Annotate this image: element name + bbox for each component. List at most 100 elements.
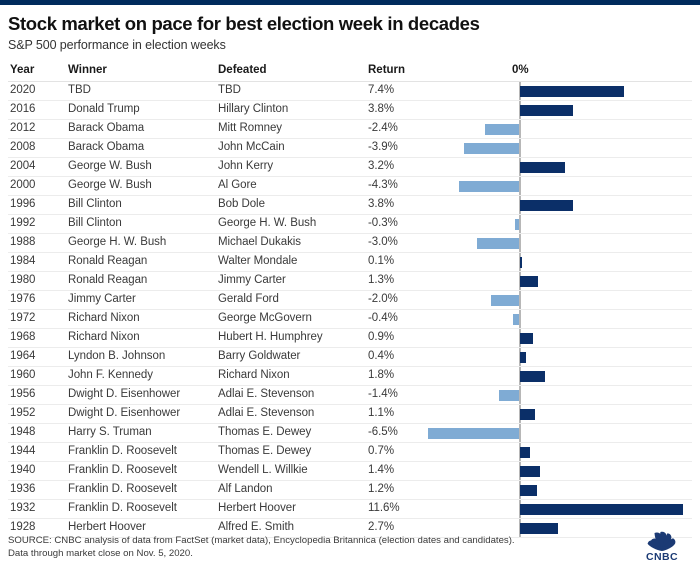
cell-winner: George W. Bush (68, 160, 152, 172)
cell-winner: Ronald Reagan (68, 274, 148, 286)
cell-ret: 1.3% (368, 274, 395, 286)
cell-winner: George H. W. Bush (68, 236, 167, 248)
cell-defeated: John Kerry (218, 160, 274, 172)
cell-year: 1936 (10, 483, 36, 495)
cell-winner: Jimmy Carter (68, 293, 136, 305)
cell-year: 2012 (10, 122, 36, 134)
cell-ret: -3.9% (368, 141, 398, 153)
cell-winner: John F. Kennedy (68, 369, 153, 381)
cell-year: 2016 (10, 103, 36, 115)
peacock-icon (647, 531, 676, 551)
cnbc-logo: CNBC (632, 530, 692, 566)
cell-defeated: Walter Mondale (218, 255, 298, 267)
table-row: 1996 Bill Clinton Bob Dole 3.8% (8, 196, 692, 215)
top-accent-bar (0, 0, 700, 5)
cell-defeated: Richard Nixon (218, 369, 290, 381)
cell-winner: Herbert Hoover (68, 521, 146, 533)
table-row: 1992 Bill Clinton George H. W. Bush -0.3% (8, 215, 692, 234)
cell-year: 1932 (10, 502, 36, 514)
cell-ret: 3.8% (368, 198, 395, 210)
cell-year: 2000 (10, 179, 36, 191)
cell-ret: -6.5% (368, 426, 398, 438)
cell-year: 1968 (10, 331, 36, 343)
cell-defeated: Wendell L. Willkie (218, 464, 308, 476)
table-row: 2020 TBD TBD 7.4% (8, 82, 692, 101)
cell-winner: Ronald Reagan (68, 255, 148, 267)
column-header-winner: Winner (68, 64, 107, 76)
table-row: 2000 George W. Bush Al Gore -4.3% (8, 177, 692, 196)
cell-ret: 11.6% (368, 502, 400, 514)
cell-defeated: Jimmy Carter (218, 274, 286, 286)
column-header-return: Return (368, 64, 406, 76)
column-header-defeated: Defeated (218, 64, 267, 76)
cell-defeated: Thomas E. Dewey (218, 426, 312, 438)
cell-winner: Harry S. Truman (68, 426, 152, 438)
cell-defeated: John McCain (218, 141, 285, 153)
table-row: 2012 Barack Obama Mitt Romney -2.4% (8, 120, 692, 139)
cell-year: 1952 (10, 407, 36, 419)
cell-ret: 2.7% (368, 521, 395, 533)
cell-defeated: TBD (218, 84, 241, 96)
table-row: 1936 Franklin D. Roosevelt Alf Landon 1.2% (8, 481, 692, 500)
infographic-page: Stock market on pace for best election w… (0, 0, 700, 568)
table-row: 1944 Franklin D. Roosevelt Thomas E. Dewey… (8, 443, 692, 462)
cell-year: 1960 (10, 369, 36, 381)
table-row: 2016 Donald Trump Hillary Clinton 3.8% (8, 101, 692, 120)
cell-year: 2008 (10, 141, 36, 153)
cell-defeated: Alf Landon (218, 483, 273, 495)
cell-winner: Franklin D. Roosevelt (68, 483, 177, 495)
cell-defeated: Alfred E. Smith (218, 521, 294, 533)
cell-year: 1956 (10, 388, 36, 400)
cell-winner: Lyndon B. Johnson (68, 350, 166, 362)
cell-defeated: Barry Goldwater (218, 350, 301, 362)
cell-ret: -3.0% (368, 236, 398, 248)
cell-year: 1964 (10, 350, 36, 362)
cell-defeated: Herbert Hoover (218, 502, 296, 514)
cell-winner: Dwight D. Eisenhower (68, 388, 181, 400)
cell-ret: -2.0% (368, 293, 398, 305)
cell-defeated: Hillary Clinton (218, 103, 289, 115)
cell-ret: 1.2% (368, 483, 395, 495)
table-row: 2008 Barack Obama John McCain -3.9% (8, 139, 692, 158)
table-body: 2020 TBD TBD 7.4% 2016 Donald Trump Hillary Cl… (8, 81, 692, 538)
cell-ret: 3.2% (368, 160, 395, 172)
table-row: 1960 John F. Kennedy Richard Nixon 1.8% (8, 367, 692, 386)
table-row: 1952 Dwight D. Eisenhower Adlai E. Stevens… (8, 405, 692, 424)
cell-winner: Barack Obama (68, 122, 145, 134)
table-row: 2004 George W. Bush John Kerry 3.2% (8, 158, 692, 177)
cell-winner: TBD (68, 84, 91, 96)
cell-ret: -1.4% (368, 388, 398, 400)
table-row: 1976 Jimmy Carter Gerald Ford -2.0% (8, 291, 692, 310)
cell-ret: 3.8% (368, 103, 395, 115)
cell-winner: Franklin D. Roosevelt (68, 464, 177, 476)
table-row: 1932 Franklin D. Roosevelt Herbert Hoover 1… (8, 500, 692, 519)
table-chart-grid: Year Winner Defeated Return 0% 2020 TBD TB… (8, 64, 692, 538)
cell-defeated: Adlai E. Stevenson (218, 388, 315, 400)
source-line-1: SOURCE: CNBC analysis of data from FactS… (8, 535, 515, 546)
cell-winner: Bill Clinton (68, 198, 122, 210)
cell-year: 1928 (10, 521, 36, 533)
cell-defeated: Gerald Ford (218, 293, 279, 305)
cell-defeated: Mitt Romney (218, 122, 282, 134)
cell-year: 1984 (10, 255, 36, 267)
cell-defeated: Adlai E. Stevenson (218, 407, 315, 419)
axis-tick-label-zero: 0% (512, 64, 529, 76)
cnbc-wordmark: CNBC (646, 551, 678, 563)
cell-ret: -4.3% (368, 179, 398, 191)
cell-winner: Richard Nixon (68, 331, 140, 343)
cell-year: 1980 (10, 274, 36, 286)
table-row: 1988 George H. W. Bush Michael Dukakis -3.0… (8, 234, 692, 253)
footer: SOURCE: CNBC analysis of data from FactS… (8, 534, 608, 560)
cell-year: 1988 (10, 236, 36, 248)
cell-year: 1972 (10, 312, 36, 324)
cell-defeated: Bob Dole (218, 198, 265, 210)
cell-ret: -0.4% (368, 312, 398, 324)
cell-defeated: George H. W. Bush (218, 217, 317, 229)
table-row: 1972 Richard Nixon George McGovern -0.4% (8, 310, 692, 329)
table-row: 1956 Dwight D. Eisenhower Adlai E. Stevens… (8, 386, 692, 405)
cell-year: 1992 (10, 217, 36, 229)
cell-defeated: Hubert H. Humphrey (218, 331, 323, 343)
cell-defeated: Michael Dukakis (218, 236, 301, 248)
page-subtitle: S&P 500 performance in election weeks (8, 38, 226, 52)
cell-ret: 0.1% (368, 255, 395, 267)
